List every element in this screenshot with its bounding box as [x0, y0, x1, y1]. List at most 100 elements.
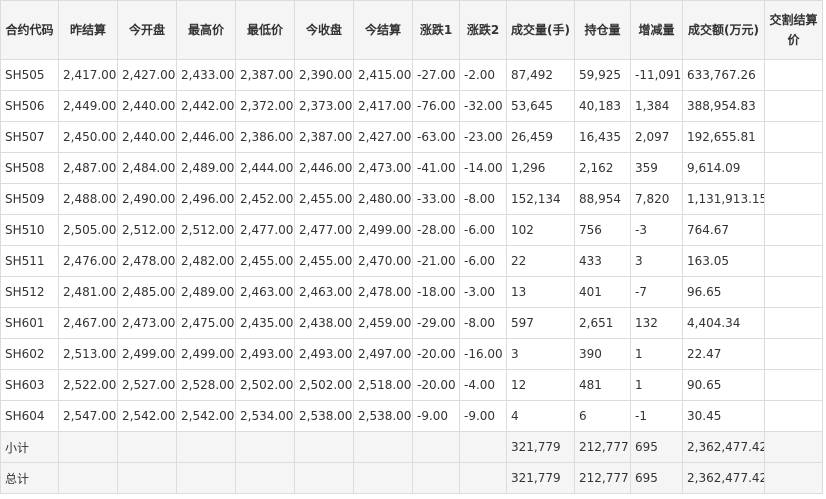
- cell-turnover: 2,362,477.42: [682, 431, 765, 463]
- cell-open: 2,490.00: [117, 183, 177, 215]
- cell-close: 2,463.00: [294, 276, 354, 308]
- cell-change-1: -28.00: [412, 214, 460, 246]
- cell-open: 2,499.00: [117, 338, 177, 370]
- summary-row: 总计 321,779 212,777 695 2,362,477.42: [0, 462, 823, 494]
- cell-open: [117, 462, 177, 494]
- cell-oi-change: 695: [630, 462, 683, 494]
- cell-change-2: -6.00: [459, 214, 507, 246]
- cell-open-interest: 212,777: [574, 462, 631, 494]
- cell-change-2: [459, 462, 507, 494]
- cell-oi-change: -11,091: [630, 59, 683, 91]
- cell-contract-code: SH507: [0, 121, 59, 153]
- cell-low: 2,444.00: [235, 152, 295, 184]
- cell-close: 2,438.00: [294, 307, 354, 339]
- cell-oi-change: 359: [630, 152, 683, 184]
- cell-turnover: 633,767.26: [682, 59, 765, 91]
- cell-close: 2,390.00: [294, 59, 354, 91]
- cell-prev-settle: 2,547.00: [58, 400, 118, 432]
- cell-change-2: -6.00: [459, 245, 507, 277]
- cell-low: 2,493.00: [235, 338, 295, 370]
- cell-change-2: -9.00: [459, 400, 507, 432]
- cell-high: 2,528.00: [176, 369, 236, 401]
- cell-high: 2,496.00: [176, 183, 236, 215]
- cell-high: 2,499.00: [176, 338, 236, 370]
- cell-open: 2,527.00: [117, 369, 177, 401]
- cell-turnover: 163.05: [682, 245, 765, 277]
- cell-volume: 87,492: [506, 59, 575, 91]
- cell-volume: 3: [506, 338, 575, 370]
- cell-low: [235, 462, 295, 494]
- cell-delivery-settle: [764, 338, 823, 370]
- cell-settle: 2,518.00: [353, 369, 413, 401]
- cell-contract-code: SH512: [0, 276, 59, 308]
- header-high: 最高价: [176, 0, 236, 60]
- cell-prev-settle: 2,505.00: [58, 214, 118, 246]
- cell-delivery-settle: [764, 431, 823, 463]
- cell-change-1: -21.00: [412, 245, 460, 277]
- table-row: SH510 2,505.00 2,512.00 2,512.00 2,477.00 2,4…: [0, 214, 823, 246]
- cell-turnover: 2,362,477.42: [682, 462, 765, 494]
- cell-volume: 26,459: [506, 121, 575, 153]
- table-row: SH602 2,513.00 2,499.00 2,499.00 2,493.00 2,4…: [0, 338, 823, 370]
- cell-low: 2,455.00: [235, 245, 295, 277]
- cell-contract-code: 总计: [0, 462, 59, 494]
- cell-close: 2,455.00: [294, 183, 354, 215]
- header-open: 今开盘: [117, 0, 177, 60]
- header-change-1: 涨跌1: [412, 0, 460, 60]
- cell-volume: 321,779: [506, 462, 575, 494]
- cell-contract-code: SH603: [0, 369, 59, 401]
- cell-low: 2,534.00: [235, 400, 295, 432]
- cell-contract-code: SH601: [0, 307, 59, 339]
- cell-close: 2,387.00: [294, 121, 354, 153]
- cell-change-2: -3.00: [459, 276, 507, 308]
- cell-low: 2,502.00: [235, 369, 295, 401]
- cell-settle: [353, 431, 413, 463]
- cell-high: 2,542.00: [176, 400, 236, 432]
- cell-change-2: -8.00: [459, 183, 507, 215]
- cell-open-interest: 6: [574, 400, 631, 432]
- cell-open-interest: 2,162: [574, 152, 631, 184]
- cell-delivery-settle: [764, 121, 823, 153]
- cell-low: [235, 431, 295, 463]
- cell-delivery-settle: [764, 369, 823, 401]
- cell-change-1: -76.00: [412, 90, 460, 122]
- cell-prev-settle: 2,487.00: [58, 152, 118, 184]
- header-oi-change: 增减量: [630, 0, 683, 60]
- cell-open-interest: 40,183: [574, 90, 631, 122]
- table-row: SH604 2,547.00 2,542.00 2,542.00 2,534.00 2,5…: [0, 400, 823, 432]
- cell-close: 2,446.00: [294, 152, 354, 184]
- cell-oi-change: 132: [630, 307, 683, 339]
- table-row: SH603 2,522.00 2,527.00 2,528.00 2,502.00 2,5…: [0, 369, 823, 401]
- cell-delivery-settle: [764, 59, 823, 91]
- cell-open: 2,440.00: [117, 121, 177, 153]
- cell-prev-settle: 2,522.00: [58, 369, 118, 401]
- cell-close: [294, 431, 354, 463]
- cell-high: [176, 462, 236, 494]
- cell-open-interest: 2,651: [574, 307, 631, 339]
- cell-change-1: -41.00: [412, 152, 460, 184]
- cell-oi-change: 7,820: [630, 183, 683, 215]
- cell-prev-settle: 2,476.00: [58, 245, 118, 277]
- cell-oi-change: 1: [630, 369, 683, 401]
- cell-high: 2,475.00: [176, 307, 236, 339]
- cell-change-1: -18.00: [412, 276, 460, 308]
- cell-change-2: -16.00: [459, 338, 507, 370]
- cell-contract-code: 小计: [0, 431, 59, 463]
- cell-change-1: -63.00: [412, 121, 460, 153]
- table-body: SH505 2,417.00 2,427.00 2,433.00 2,387.00 2,3…: [0, 59, 823, 494]
- cell-oi-change: 695: [630, 431, 683, 463]
- cell-open-interest: 212,777: [574, 431, 631, 463]
- cell-contract-code: SH511: [0, 245, 59, 277]
- cell-low: 2,477.00: [235, 214, 295, 246]
- cell-delivery-settle: [764, 276, 823, 308]
- header-row: 合约代码 昨结算 今开盘 最高价 最低价 今收盘 今结算 涨跌1 涨跌2 成交量…: [0, 0, 823, 60]
- cell-delivery-settle: [764, 214, 823, 246]
- cell-change-1: [412, 431, 460, 463]
- cell-change-1: [412, 462, 460, 494]
- cell-delivery-settle: [764, 183, 823, 215]
- cell-prev-settle: 2,488.00: [58, 183, 118, 215]
- cell-high: 2,482.00: [176, 245, 236, 277]
- cell-contract-code: SH602: [0, 338, 59, 370]
- cell-change-2: -8.00: [459, 307, 507, 339]
- cell-settle: 2,427.00: [353, 121, 413, 153]
